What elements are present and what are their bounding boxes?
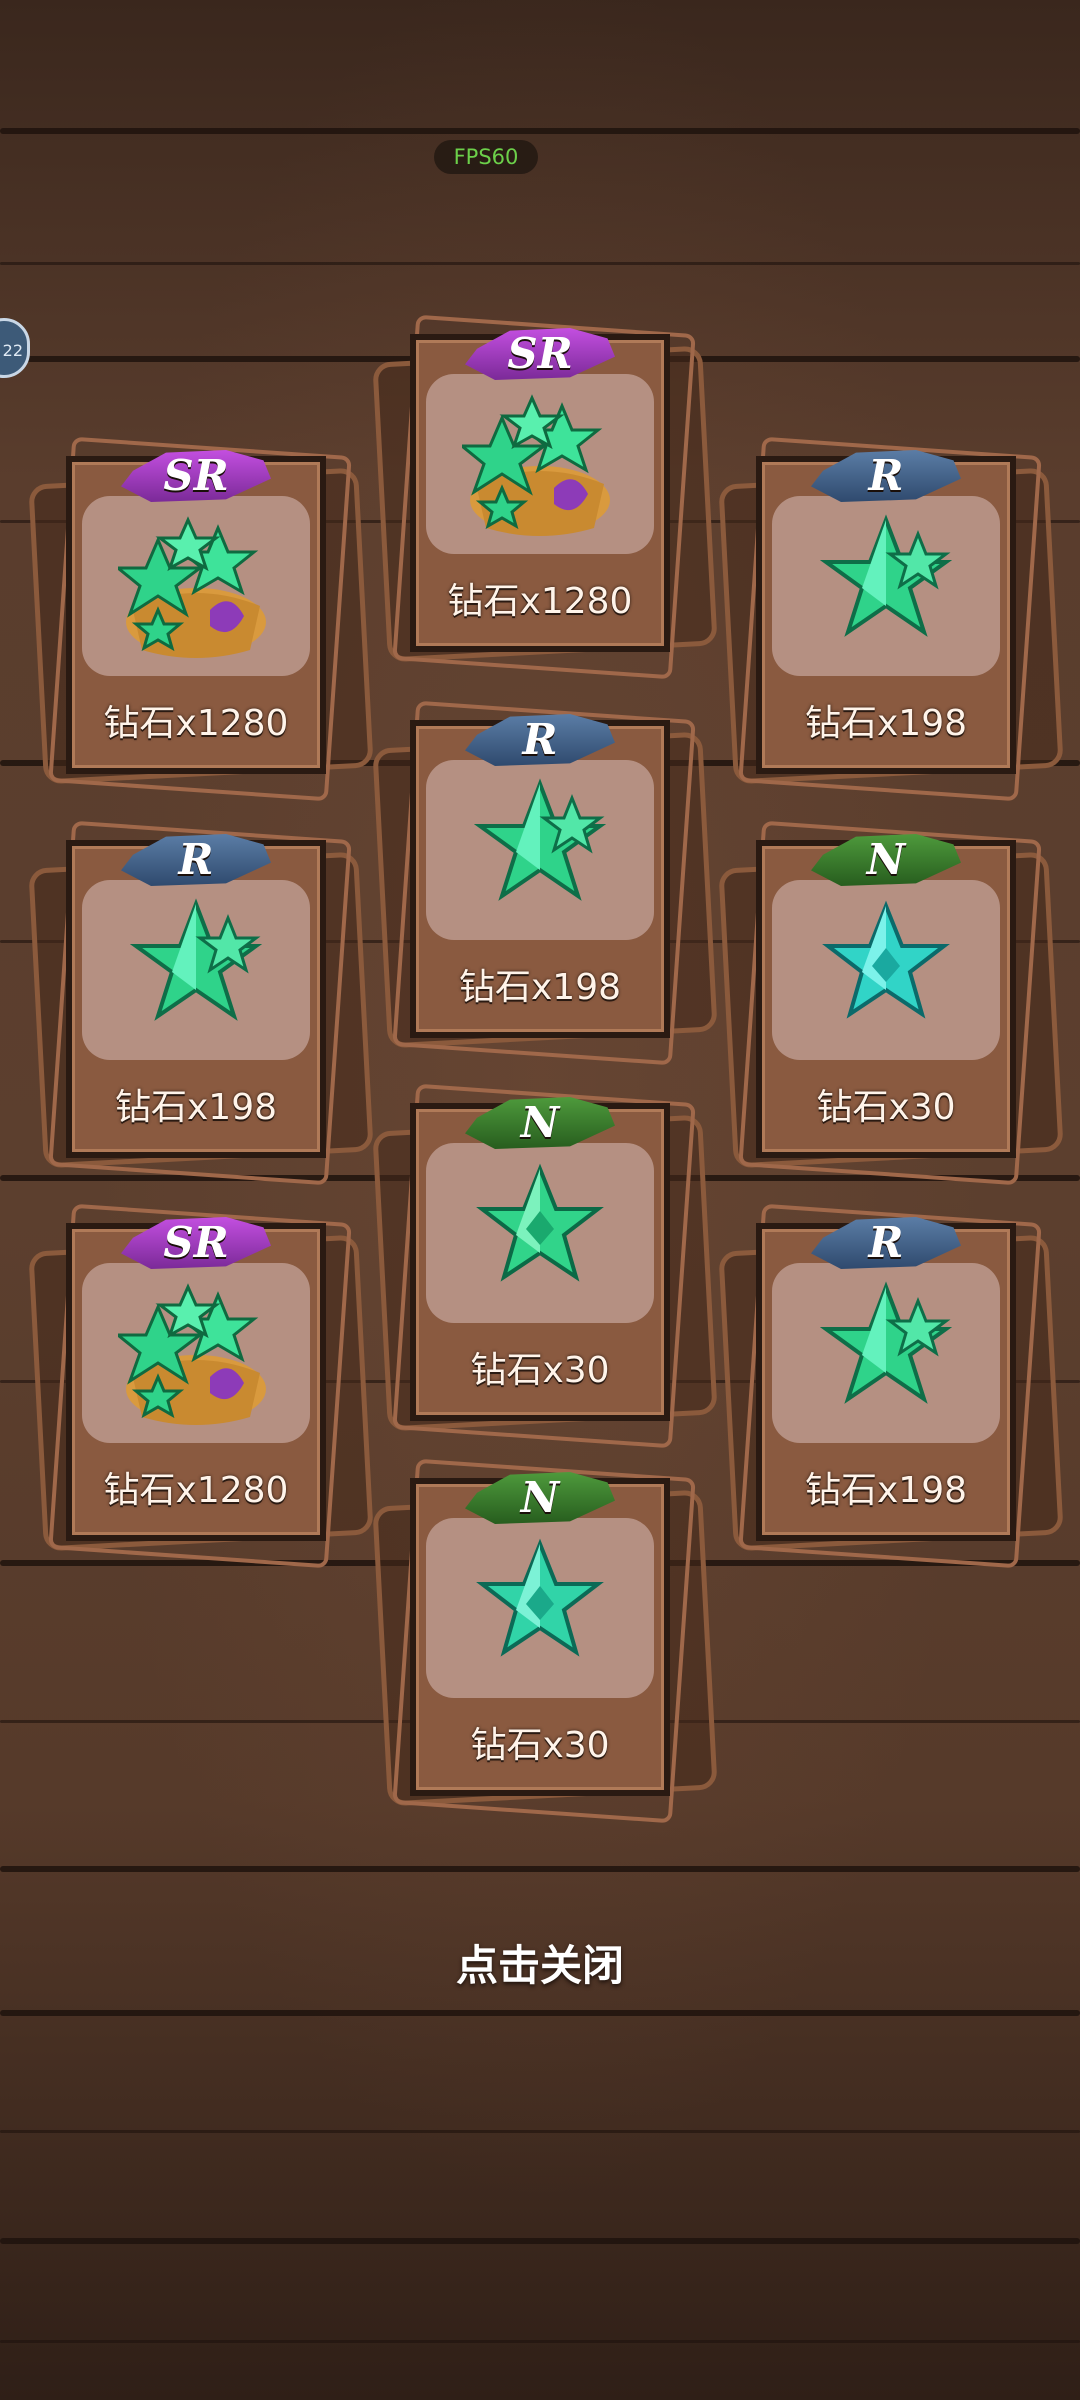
wood-grain <box>0 2238 1080 2244</box>
diamond-star-icon <box>476 1538 604 1657</box>
reward-card: R 钻石x198 <box>718 1203 1064 1569</box>
diamond-bag-icon <box>118 516 266 658</box>
diamond-cluster-icon <box>820 514 952 637</box>
reward-label: 钻石x198 <box>804 1470 968 1511</box>
reward-label: 钻石x1280 <box>103 703 289 744</box>
reward-label: 钻石x198 <box>804 703 968 744</box>
diamond-bag-icon <box>462 394 610 536</box>
reward-label: 钻石x30 <box>470 1725 610 1766</box>
diamond-cluster-icon <box>820 1281 952 1404</box>
reward-card: SR 钻石x1280 <box>28 436 374 802</box>
reward-card: SR 钻石x1280 <box>28 1203 374 1569</box>
reward-card: N 钻石x30 <box>718 820 1064 1186</box>
wood-grain <box>0 2130 1080 2133</box>
reward-card: SR 钻石x1280 <box>372 314 718 680</box>
reward-label: 钻石x198 <box>114 1087 278 1128</box>
reward-card: R 钻石x198 <box>372 700 718 1066</box>
side-float-button[interactable]: 22 <box>0 318 30 378</box>
diamond-cluster-icon <box>474 778 606 901</box>
wood-grain <box>0 2340 1080 2343</box>
wood-grain <box>0 262 1080 265</box>
fps-counter: FPS60 <box>434 140 538 174</box>
reward-label: 钻石x30 <box>816 1087 956 1128</box>
reward-card: R 钻石x198 <box>718 436 1064 802</box>
reward-label: 钻石x30 <box>470 1350 610 1391</box>
wood-grain <box>0 2010 1080 2016</box>
reward-card: N 钻石x30 <box>372 1083 718 1449</box>
diamond-star-icon <box>476 1163 604 1282</box>
wood-grain <box>0 1866 1080 1872</box>
reward-card: R 钻石x198 <box>28 820 374 1186</box>
reward-label: 钻石x1280 <box>103 1470 289 1511</box>
tap-to-close-text[interactable]: 点击关闭 <box>0 1936 1080 1996</box>
reward-card: N 钻石x30 <box>372 1458 718 1824</box>
reward-label: 钻石x198 <box>458 967 622 1008</box>
reward-label: 钻石x1280 <box>447 581 633 622</box>
wood-grain <box>0 128 1080 134</box>
diamond-bag-icon <box>118 1283 266 1425</box>
diamond-star-icon <box>822 900 950 1019</box>
diamond-cluster-icon <box>130 898 262 1021</box>
